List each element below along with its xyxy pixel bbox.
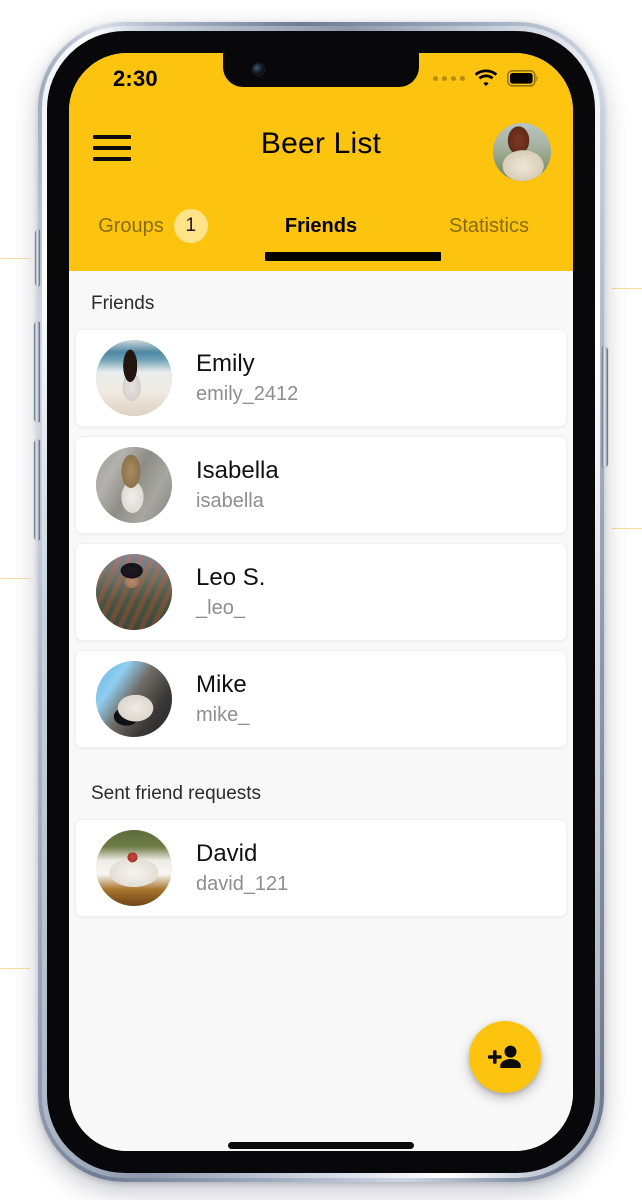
add-friend-fab[interactable] (469, 1021, 541, 1093)
tab-groups[interactable]: Groups 1 (69, 195, 237, 257)
friend-name: David (196, 840, 258, 868)
list-item[interactable]: Leo S. _leo_ (75, 543, 567, 641)
registration-tick (0, 968, 30, 969)
app-bar: 2:30 Beer List Groups 1 Friends Statisti… (69, 53, 573, 271)
tab-groups-label: Groups (98, 214, 164, 237)
status-bar-time: 2:30 (113, 66, 158, 91)
cellular-dots-icon (433, 75, 465, 81)
person-add-icon (488, 1045, 521, 1068)
status-bar-indicators (433, 69, 539, 87)
tab-statistics-label: Statistics (448, 214, 530, 237)
tab-bar: Groups 1 Friends Statistics (69, 195, 573, 271)
registration-tick (0, 258, 30, 259)
volume-down-button[interactable] (34, 440, 40, 540)
tab-friends-label: Friends (284, 214, 358, 237)
list-item-text: Leo S. _leo_ (196, 564, 266, 619)
tab-statistics[interactable]: Statistics (405, 195, 573, 257)
avatar-isabella-image (96, 447, 172, 523)
phone-device-frame: 2:30 Beer List Groups 1 Friends Statisti… (34, 22, 608, 1182)
section-header-friends: Friends (69, 271, 573, 329)
avatar-mike-image (96, 661, 172, 737)
friend-handle: _leo_ (196, 596, 245, 619)
home-indicator[interactable] (228, 1142, 414, 1149)
device-notch (223, 53, 419, 87)
friend-handle: emily_2412 (196, 382, 299, 405)
registration-tick (612, 528, 642, 529)
avatar-david-image (96, 830, 172, 906)
friend-handle: david_121 (196, 872, 289, 895)
avatar (96, 340, 172, 416)
section-header-sent-requests: Sent friend requests (69, 757, 573, 819)
avatar (96, 830, 172, 906)
phone-screen: 2:30 Beer List Groups 1 Friends Statisti… (69, 53, 573, 1151)
registration-tick (612, 288, 642, 289)
list-item[interactable]: Emily emily_2412 (75, 329, 567, 427)
user-avatar[interactable] (493, 123, 551, 181)
tab-groups-badge: 1 (173, 209, 208, 243)
avatar-emily-image (96, 340, 172, 416)
title-row: Beer List (69, 105, 573, 195)
volume-up-button[interactable] (34, 322, 40, 422)
front-camera-icon (253, 64, 264, 75)
battery-full-icon (507, 69, 539, 87)
screenshot-canvas: 2:30 Beer List Groups 1 Friends Statisti… (0, 0, 642, 1200)
friend-name: Emily (196, 350, 255, 378)
avatar (96, 447, 172, 523)
mute-switch-button[interactable] (35, 230, 40, 286)
avatar (96, 661, 172, 737)
list-item[interactable]: Mike mike_ (75, 650, 567, 748)
wifi-icon (474, 69, 498, 87)
friend-name: Mike (196, 671, 247, 699)
friends-list: Friends Emily emily_2412 Isabella isabel… (69, 271, 573, 1151)
list-item-text: Isabella isabella (196, 457, 279, 512)
tab-friends[interactable]: Friends (237, 195, 405, 257)
power-button[interactable] (602, 347, 608, 467)
avatar (96, 554, 172, 630)
friend-handle: mike_ (196, 703, 250, 726)
list-item-text: Mike mike_ (196, 671, 250, 726)
list-item-text: David david_121 (196, 840, 289, 895)
phone-bezel: 2:30 Beer List Groups 1 Friends Statisti… (47, 31, 595, 1173)
list-item[interactable]: David david_121 (75, 819, 567, 917)
tab-active-indicator (265, 252, 441, 261)
registration-tick (0, 578, 30, 579)
list-item-text: Emily emily_2412 (196, 350, 299, 405)
friend-name: Isabella (196, 457, 279, 485)
avatar-leo-image (96, 554, 172, 630)
list-item[interactable]: Isabella isabella (75, 436, 567, 534)
friend-name: Leo S. (196, 564, 266, 592)
user-avatar-image (493, 123, 551, 181)
friend-handle: isabella (196, 489, 264, 512)
